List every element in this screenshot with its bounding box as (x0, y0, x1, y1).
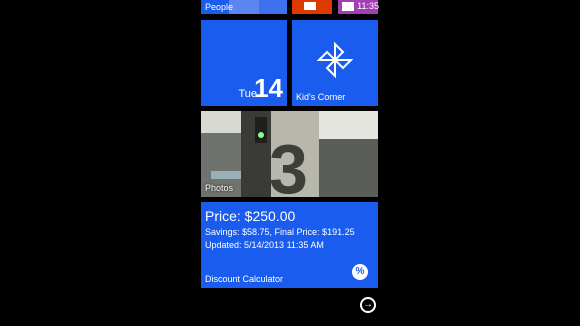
people-tile[interactable]: People (201, 0, 287, 14)
status-time: 11:35 (357, 1, 379, 11)
savings-text: Savings: $58.75, Final Price: $191.25 (205, 227, 355, 237)
percent-icon: % (352, 264, 368, 280)
pinwheel-icon (316, 41, 354, 79)
message-icon (342, 2, 354, 11)
calendar-date: 14 (254, 73, 283, 103)
price-text: Price: $250.00 (205, 208, 296, 224)
photos-tile[interactable]: 3 Photos (201, 111, 378, 197)
office-icon (304, 2, 316, 10)
office-tile[interactable] (292, 0, 332, 14)
people-photo-strip (259, 0, 287, 14)
calendar-tile[interactable]: Tue 14 (201, 20, 287, 106)
people-tile-label: People (205, 2, 234, 12)
svg-text:3: 3 (269, 130, 308, 197)
kids-corner-label: Kid's Corner (296, 92, 346, 102)
kids-corner-tile[interactable]: Kid's Corner (292, 20, 378, 106)
photos-tile-label: Photos (205, 183, 234, 193)
discount-calculator-tile[interactable]: Price: $250.00 Savings: $58.75, Final Pr… (201, 202, 378, 288)
people-photo-strip (229, 0, 259, 14)
updated-text: Updated: 5/14/2013 11:35 AM (205, 240, 324, 250)
arrow-right-circle-icon[interactable]: → (360, 297, 376, 313)
discount-calculator-label: Discount Calculator (205, 274, 284, 284)
